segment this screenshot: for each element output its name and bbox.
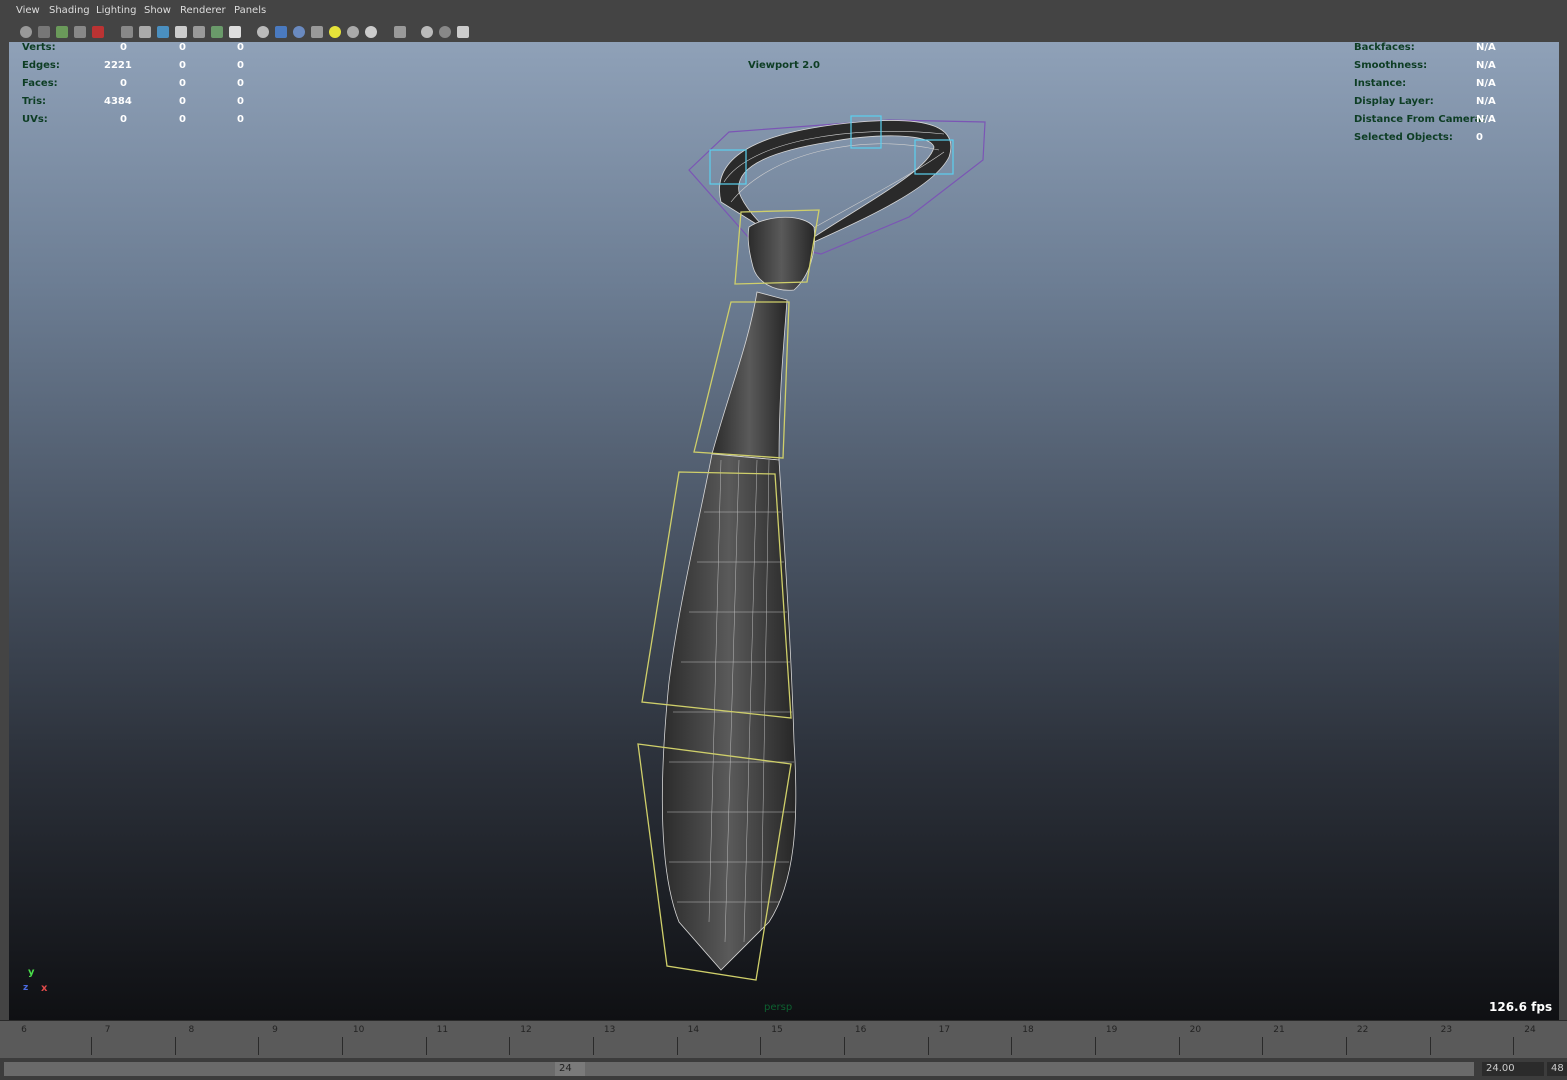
time-tick bbox=[676, 1037, 678, 1055]
menu-lighting[interactable]: Lighting bbox=[96, 5, 136, 16]
time-tick-label: 24 bbox=[1524, 1025, 1536, 1035]
time-tick-label: 9 bbox=[272, 1025, 278, 1035]
share-icon[interactable] bbox=[365, 26, 377, 38]
time-tick-label: 20 bbox=[1189, 1025, 1202, 1035]
time-tick-label: 6 bbox=[21, 1025, 27, 1035]
range-slider-bar: 24 24.00 48 bbox=[0, 1058, 1567, 1080]
time-tick-label: 13 bbox=[603, 1025, 616, 1035]
time-tick-label: 21 bbox=[1273, 1025, 1285, 1035]
time-tick bbox=[258, 1037, 260, 1055]
camera-name: persp bbox=[764, 1002, 793, 1013]
time-tick-label: 7 bbox=[104, 1025, 111, 1035]
playback-end-field[interactable]: 48 bbox=[1547, 1062, 1567, 1076]
bookmark-icon[interactable] bbox=[311, 26, 323, 38]
viewport-toolbar bbox=[0, 24, 1567, 42]
render-icon[interactable] bbox=[421, 26, 433, 38]
time-tick-label: 15 bbox=[771, 1025, 783, 1035]
axis-gizmo: y z x bbox=[23, 967, 53, 997]
time-tick bbox=[1094, 1037, 1096, 1055]
y-axis-label: y bbox=[28, 967, 35, 978]
time-tick bbox=[1178, 1037, 1180, 1055]
time-tick bbox=[843, 1037, 845, 1055]
time-tick-label: 14 bbox=[687, 1025, 700, 1035]
time-tick bbox=[1262, 1037, 1264, 1055]
menu-show[interactable]: Show bbox=[144, 5, 171, 16]
camera-lock-icon[interactable] bbox=[38, 26, 50, 38]
time-tick-label: 17 bbox=[938, 1025, 951, 1035]
time-tick bbox=[1345, 1037, 1347, 1055]
isolate-icon[interactable] bbox=[211, 26, 223, 38]
time-tick-label: 11 bbox=[436, 1025, 449, 1035]
menu-renderer[interactable]: Renderer bbox=[180, 5, 226, 16]
fps-readout: 126.6 fps bbox=[1489, 1000, 1553, 1014]
menu-view[interactable]: View bbox=[16, 5, 40, 16]
menu-shading[interactable]: Shading bbox=[49, 5, 90, 16]
menu-panels[interactable]: Panels bbox=[234, 5, 266, 16]
time-tick bbox=[760, 1037, 762, 1055]
time-tick bbox=[592, 1037, 594, 1055]
time-tick bbox=[509, 1037, 511, 1055]
ambient-occlusion-icon[interactable] bbox=[347, 26, 359, 38]
default-lighting-icon[interactable] bbox=[257, 26, 269, 38]
range-slider[interactable] bbox=[4, 1062, 1474, 1076]
resolution-gate-icon[interactable] bbox=[92, 26, 104, 38]
time-tick-label: 19 bbox=[1105, 1025, 1118, 1035]
time-tick bbox=[1011, 1037, 1013, 1055]
time-tick-label: 16 bbox=[854, 1025, 867, 1035]
wireframe-icon[interactable] bbox=[121, 26, 133, 38]
time-tick bbox=[90, 1037, 92, 1055]
time-tick-label: 10 bbox=[352, 1025, 365, 1035]
xray-icon[interactable] bbox=[229, 26, 241, 38]
viewport-menu-bar: View Shading Lighting Show Renderer Pane… bbox=[0, 0, 1567, 25]
time-tick-label: 22 bbox=[1356, 1025, 1369, 1035]
time-tick-label: 18 bbox=[1022, 1025, 1034, 1035]
image-plane-icon[interactable] bbox=[74, 26, 86, 38]
x-axis-label: x bbox=[41, 983, 48, 994]
sphere-shade-icon[interactable] bbox=[293, 26, 305, 38]
time-tick-label: 8 bbox=[188, 1025, 195, 1035]
z-axis-label: z bbox=[23, 983, 29, 993]
tie-upper-blade[interactable] bbox=[711, 291, 788, 461]
textured-icon[interactable] bbox=[157, 26, 169, 38]
range-end-field[interactable]: 24 bbox=[555, 1062, 585, 1076]
time-tick bbox=[174, 1037, 176, 1055]
smooth-shade-icon[interactable] bbox=[139, 26, 151, 38]
snapshot-icon[interactable] bbox=[394, 26, 406, 38]
tie-mesh[interactable] bbox=[9, 42, 1559, 1020]
camera-select-icon[interactable] bbox=[20, 26, 32, 38]
time-tick-label: 12 bbox=[520, 1025, 532, 1035]
time-tick bbox=[1513, 1037, 1515, 1055]
shadows-icon[interactable] bbox=[193, 26, 205, 38]
time-tick bbox=[927, 1037, 929, 1055]
time-tick-label: 23 bbox=[1440, 1025, 1453, 1035]
all-lights-icon[interactable] bbox=[275, 26, 287, 38]
time-slider[interactable]: 6 7 8 9 10 11 12 13 14 15 16 17 18 19 20 21 22 23 24 bbox=[0, 1020, 1567, 1059]
tie-knot[interactable] bbox=[747, 216, 815, 291]
grid-icon[interactable] bbox=[329, 26, 341, 38]
node-editor-icon[interactable] bbox=[457, 26, 469, 38]
time-tick bbox=[1429, 1037, 1431, 1055]
ipr-icon[interactable] bbox=[439, 26, 451, 38]
film-gate-icon[interactable] bbox=[56, 26, 68, 38]
lights-icon[interactable] bbox=[175, 26, 187, 38]
time-tick bbox=[425, 1037, 427, 1055]
time-tick bbox=[341, 1037, 343, 1055]
3d-viewport[interactable]: Verts: 0 0 0 Edges: 2221 0 0 Faces: 0 0 … bbox=[9, 42, 1559, 1020]
end-time-field[interactable]: 24.00 bbox=[1482, 1062, 1544, 1076]
